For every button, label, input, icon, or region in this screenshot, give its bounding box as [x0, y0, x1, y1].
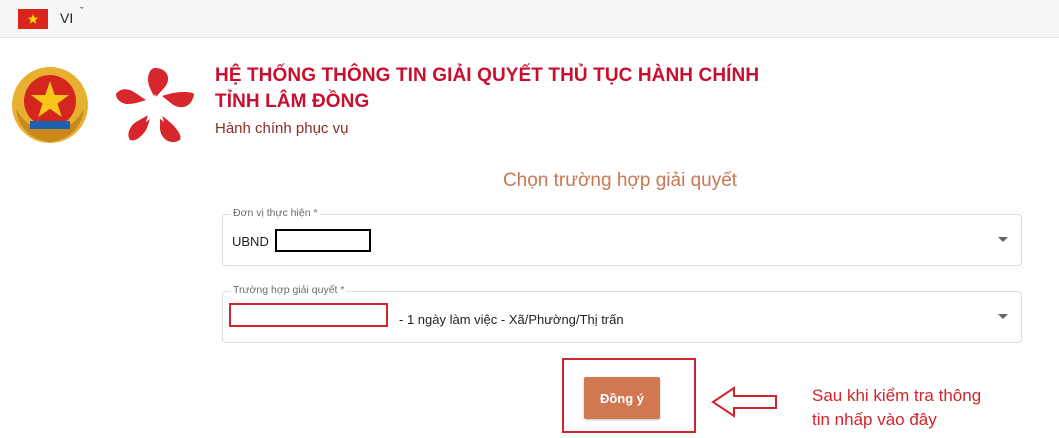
- dropdown-caret-icon[interactable]: [998, 237, 1008, 242]
- system-title: HỆ THỐNG THÔNG TIN GIẢI QUYẾT THỦ TỤC HÀ…: [215, 65, 760, 86]
- slogan: Hành chính phục vụ: [215, 120, 349, 137]
- redaction-box: [275, 229, 371, 252]
- unit-select-label: Đơn vị thực hiện *: [231, 207, 320, 219]
- chevron-down-icon[interactable]: ˇ: [80, 6, 84, 18]
- province-title: TỈNH LÂM ĐỒNG: [215, 91, 370, 112]
- left-arrow-icon: [711, 386, 777, 418]
- form-heading: Chọn trường hợp giải quyết: [502, 170, 738, 191]
- redaction-box: [229, 303, 388, 327]
- administrative-logo-icon: [112, 64, 198, 146]
- national-emblem-icon: [10, 65, 90, 145]
- language-selector[interactable]: VI: [60, 10, 73, 26]
- unit-select-value: UBND: [232, 234, 269, 249]
- dropdown-caret-icon[interactable]: [998, 314, 1008, 319]
- case-select-value: - 1 ngày làm việc - Xã/Phường/Thị trấn: [399, 312, 624, 327]
- case-select[interactable]: Trường hợp giải quyết * - 1 ngày làm việ…: [222, 284, 1022, 343]
- unit-select[interactable]: Đơn vị thực hiện * UBND: [222, 207, 1022, 266]
- instruction-note: Sau khi kiểm tra thông tin nhấp vào đây: [812, 384, 1042, 432]
- case-select-label: Trường hợp giải quyết *: [231, 284, 347, 296]
- instruction-note-line2: tin nhấp vào đây: [812, 410, 937, 429]
- vietnam-flag-icon[interactable]: [18, 9, 48, 29]
- language-bar: VI ˇ: [0, 0, 1059, 38]
- agree-button[interactable]: Đồng ý: [584, 377, 660, 419]
- instruction-note-line1: Sau khi kiểm tra thông: [812, 386, 982, 405]
